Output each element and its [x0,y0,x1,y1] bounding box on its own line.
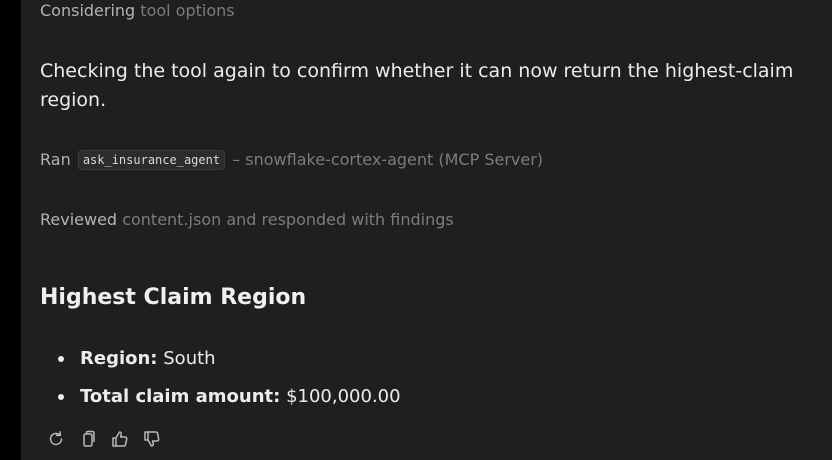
list-item-total-claim: Total claim amount: $100,000.00 [40,378,401,416]
message-actions [46,428,162,450]
thumbs-down-icon [144,431,160,447]
total-claim-value: $100,000.00 [286,386,401,407]
region-label: Region: [80,348,158,369]
copy-button[interactable] [78,428,98,450]
thumbs-down-button[interactable] [142,428,162,450]
step-considering-text: tool options [140,1,235,20]
step-ran-tool[interactable]: Ran ask_insurance_agent – snowflake-cort… [40,150,543,170]
step-reviewed[interactable]: Reviewed content.json and responded with… [40,210,454,230]
step-considering-lead: Considering [40,1,136,20]
copy-icon [83,430,95,447]
chat-panel: Considering tool options Checking the to… [21,0,832,460]
region-value: South [163,348,216,369]
retry-icon [49,431,63,446]
step-ran-lead: Ran [40,150,71,169]
result-heading: Highest Claim Region [40,285,307,310]
result-list: Region: South Total claim amount: $100,0… [40,340,401,416]
retry-button[interactable] [46,428,66,450]
thumbs-up-icon [112,431,128,447]
list-item-region: Region: South [40,340,401,378]
total-claim-label: Total claim amount: [80,386,281,407]
thumbs-up-button[interactable] [110,428,130,450]
step-considering[interactable]: Considering tool options [40,1,235,21]
tool-name-chip: ask_insurance_agent [77,150,226,170]
step-ran-server: – snowflake-cortex-agent (MCP Server) [232,150,544,169]
step-reviewed-text: content.json and responded with findings [122,210,454,229]
step-reviewed-lead: Reviewed [40,210,118,229]
assistant-message: Checking the tool again to confirm wheth… [40,60,794,111]
